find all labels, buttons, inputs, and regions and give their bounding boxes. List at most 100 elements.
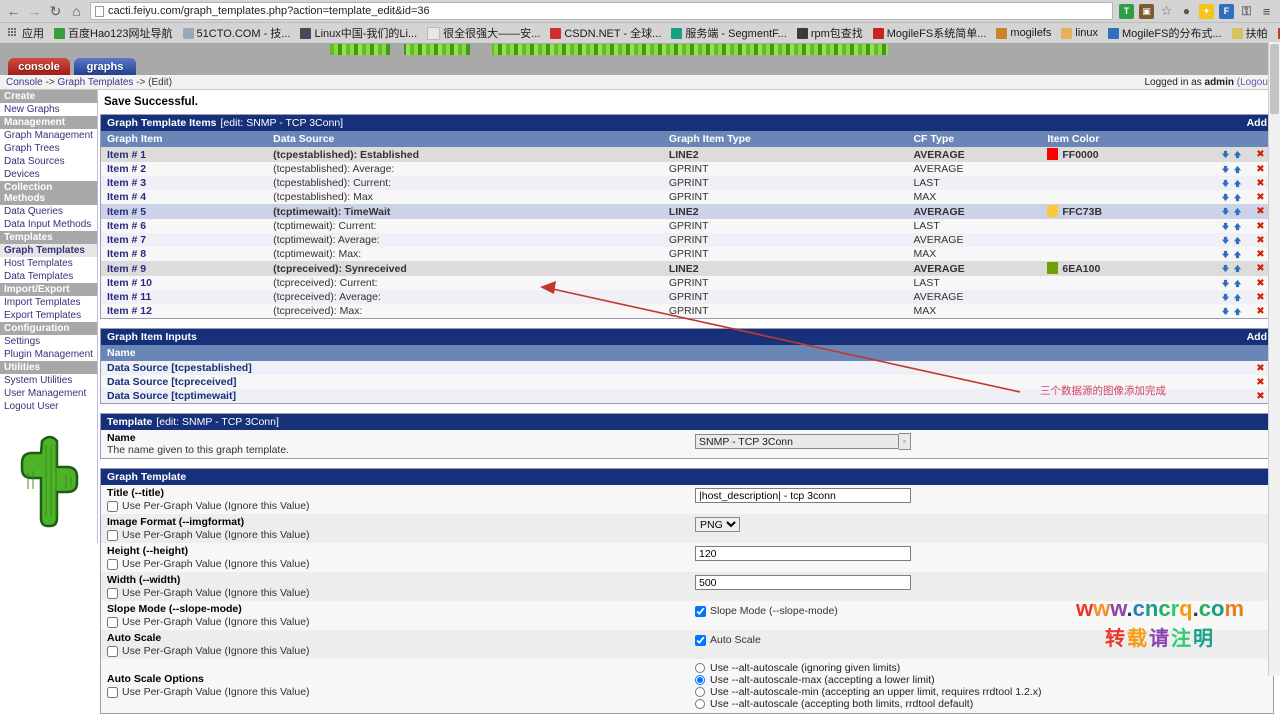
sidebar-item-import-templates[interactable]: Import Templates — [0, 296, 97, 309]
cell-graph-item[interactable]: Item # 9 — [101, 261, 267, 276]
bookmark-item[interactable]: 扶帕 — [1228, 24, 1272, 42]
table-row[interactable]: Item # 2 (tcpestablished): Average: GPRINT… — [101, 162, 1273, 176]
sidebar-item-settings[interactable]: Settings — [0, 335, 97, 348]
col-data-source[interactable]: Data Source — [267, 131, 663, 147]
delete-row-icon[interactable]: ✖ — [1254, 306, 1267, 317]
move-down-icon[interactable] — [1221, 279, 1230, 288]
cell-graph-item[interactable]: Item # 11 — [101, 290, 267, 304]
cell-reorder[interactable] — [1172, 162, 1248, 176]
table-row[interactable]: Item # 8 (tcptimewait): Max: GPRINT MAX ✖ — [101, 247, 1273, 261]
template-name-input[interactable] — [695, 434, 899, 449]
sidebar-item-logout-user[interactable]: Logout User — [0, 400, 97, 413]
col-graph-item-type[interactable]: Graph Item Type — [662, 131, 908, 147]
move-up-icon[interactable] — [1233, 179, 1242, 188]
graph-item-link[interactable]: Item # 10 — [107, 277, 152, 289]
field-width-per-graph[interactable]: Use Per-Graph Value (Ignore this Value) — [107, 587, 687, 599]
shield-icon[interactable]: T — [1119, 3, 1134, 19]
page-info-icon[interactable] — [95, 5, 104, 17]
table-row[interactable]: Item # 10 (tcpreceived): Current: GPRINT LA… — [101, 276, 1273, 290]
back-arrow-icon[interactable]: ← — [6, 4, 21, 19]
delete-row-icon[interactable]: ✖ — [1254, 192, 1267, 203]
table-row[interactable]: Item # 3 (tcpestablished): Current: GPRINT… — [101, 176, 1273, 190]
sidebar-item-host-templates[interactable]: Host Templates — [0, 257, 97, 270]
move-down-icon[interactable] — [1221, 179, 1230, 188]
move-up-icon[interactable] — [1233, 279, 1242, 288]
page-scrollbar-track[interactable] — [1268, 42, 1280, 676]
move-down-icon[interactable] — [1221, 293, 1230, 302]
delete-row-icon[interactable]: ✖ — [1254, 391, 1267, 402]
delete-row-icon[interactable]: ✖ — [1254, 178, 1267, 189]
graph-item-link[interactable]: Item # 11 — [107, 291, 151, 303]
list-item[interactable]: Data Source [tcptimewait] ✖ — [101, 389, 1273, 403]
key-icon[interactable]: ⚿ — [1239, 4, 1254, 19]
move-down-icon[interactable] — [1221, 207, 1230, 216]
move-up-icon[interactable] — [1233, 307, 1242, 316]
cell-graph-item[interactable]: Item # 3 — [101, 176, 267, 190]
cell-reorder[interactable] — [1172, 190, 1248, 204]
field-imgformat-per-graph-checkbox[interactable] — [107, 529, 118, 541]
graph-item-link[interactable]: Item # 7 — [107, 234, 146, 246]
bookmark-item[interactable]: 51CTO.COM - 技... — [179, 24, 295, 42]
cell-reorder[interactable] — [1172, 147, 1248, 162]
bookmark-item[interactable]: Nginx mogilefs m... — [1274, 26, 1280, 40]
move-down-icon[interactable] — [1221, 236, 1230, 245]
move-down-icon[interactable] — [1221, 307, 1230, 316]
tab-console[interactable]: console — [8, 58, 70, 75]
delete-row-icon[interactable]: ✖ — [1254, 164, 1267, 175]
sidebar-item-graph-management[interactable]: Graph Management — [0, 129, 97, 142]
star-icon[interactable]: ☆ — [1159, 3, 1174, 19]
move-up-icon[interactable] — [1233, 293, 1242, 302]
cell-graph-item[interactable]: Item # 1 — [101, 147, 267, 162]
graph-item-input-link[interactable]: Data Source [tcptimewait] — [107, 390, 236, 402]
field-auto-scale-options-per-graph-checkbox[interactable] — [107, 686, 118, 698]
graph-item-input-link[interactable]: Data Source [tcpestablished] — [107, 362, 252, 374]
field-auto-scale-per-graph-checkbox[interactable] — [107, 645, 118, 657]
list-item[interactable]: Data Source [tcpreceived] ✖ — [101, 375, 1273, 389]
table-row[interactable]: Item # 1 (tcpestablished): Established LIN… — [101, 147, 1273, 162]
sidebar-item-devices[interactable]: Devices — [0, 168, 97, 181]
table-row[interactable]: Item # 7 (tcptimewait): Average: GPRINT AVE… — [101, 233, 1273, 247]
sidebar-item-export-templates[interactable]: Export Templates — [0, 309, 97, 322]
cell-graph-item[interactable]: Item # 7 — [101, 233, 267, 247]
field-slope-mode-per-graph[interactable]: Use Per-Graph Value (Ignore this Value) — [107, 616, 687, 628]
move-down-icon[interactable] — [1221, 193, 1230, 202]
slope-mode-checkbox[interactable] — [695, 605, 706, 617]
move-up-icon[interactable] — [1233, 264, 1242, 273]
list-item[interactable]: Data Source [tcpestablished] ✖ — [101, 361, 1273, 375]
cell-reorder[interactable] — [1172, 233, 1248, 247]
template-name-spin-icon[interactable]: ▫ — [899, 433, 911, 450]
bookmark-apps[interactable]: 应用 — [4, 24, 48, 42]
table-row[interactable]: Item # 4 (tcpestablished): Max GPRINT MAX ✖ — [101, 190, 1273, 204]
field-height-per-graph-checkbox[interactable] — [107, 558, 118, 570]
move-down-icon[interactable] — [1221, 264, 1230, 273]
cell-graph-item[interactable]: Item # 10 — [101, 276, 267, 290]
cell-input-name[interactable]: Data Source [tcptimewait] — [101, 389, 1248, 403]
sidebar-item-plugin-management[interactable]: Plugin Management — [0, 348, 97, 361]
delete-row-icon[interactable]: ✖ — [1254, 206, 1267, 217]
image-format-select[interactable]: PNG — [695, 517, 740, 532]
auto-scale-radio[interactable] — [695, 687, 705, 697]
breadcrumb-console[interactable]: Console — [6, 77, 43, 88]
auto-scale-option[interactable]: Use --alt-autoscale (accepting both limi… — [695, 698, 1273, 710]
move-up-icon[interactable] — [1233, 250, 1242, 259]
tab-graphs[interactable]: graphs — [74, 58, 136, 75]
bookmark-item[interactable]: 百度Hao123网址导航 — [50, 24, 177, 42]
forward-arrow-icon[interactable]: → — [27, 4, 42, 19]
auto-scale-radio[interactable] — [695, 699, 705, 709]
sidebar-item-graph-trees[interactable]: Graph Trees — [0, 142, 97, 155]
table-row[interactable]: Item # 9 (tcpreceived): Synreceived LINE2 A… — [101, 261, 1273, 276]
graph-item-link[interactable]: Item # 5 — [107, 206, 146, 218]
cell-graph-item[interactable]: Item # 5 — [101, 204, 267, 219]
cell-reorder[interactable] — [1172, 290, 1248, 304]
move-down-icon[interactable] — [1221, 222, 1230, 231]
delete-row-icon[interactable]: ✖ — [1254, 249, 1267, 260]
width-input[interactable] — [695, 575, 911, 590]
move-up-icon[interactable] — [1233, 222, 1242, 231]
delete-row-icon[interactable]: ✖ — [1254, 263, 1267, 274]
auto-scale-radio[interactable] — [695, 675, 705, 685]
reload-icon[interactable]: ↻ — [48, 4, 63, 19]
bookmark-item[interactable]: Linux中国-我们的Li... — [296, 24, 421, 42]
slope-mode-toggle[interactable]: Slope Mode (--slope-mode) — [695, 605, 1273, 617]
move-up-icon[interactable] — [1233, 193, 1242, 202]
height-input[interactable] — [695, 546, 911, 561]
